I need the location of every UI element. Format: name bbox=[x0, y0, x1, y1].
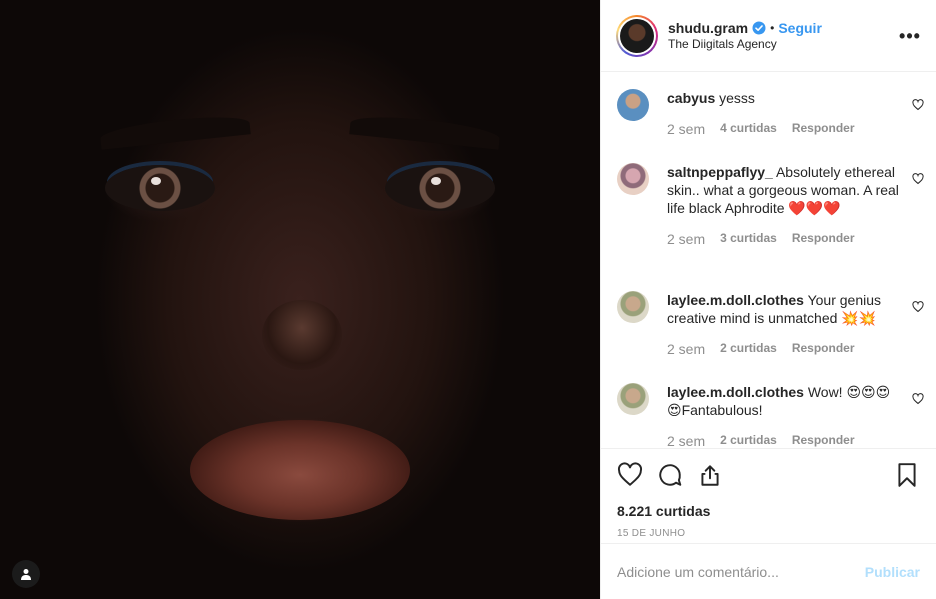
comment-avatar[interactable] bbox=[617, 163, 649, 195]
comment-item: saltnpeppaflyy_ Absolutely ethereal skin… bbox=[617, 163, 924, 247]
post-date[interactable]: 15 DE JUNHO bbox=[617, 528, 920, 539]
photo-detail bbox=[262, 300, 342, 370]
post-location[interactable]: The Diigitals Agency bbox=[668, 36, 822, 52]
heart-icon[interactable] bbox=[617, 462, 643, 488]
comment-time[interactable]: 2 sem bbox=[667, 121, 705, 137]
comment-avatar[interactable] bbox=[617, 291, 649, 323]
comment-likes[interactable]: 2 curtidas bbox=[720, 433, 777, 447]
comment-likes[interactable]: 3 curtidas bbox=[720, 231, 777, 247]
comment-time[interactable]: 2 sem bbox=[667, 231, 705, 247]
comment-username[interactable]: laylee.m.doll.clothes bbox=[667, 292, 804, 308]
profile-username[interactable]: shudu.gram bbox=[668, 20, 748, 36]
photo-detail bbox=[190, 420, 410, 520]
like-heart-small-icon[interactable] bbox=[912, 301, 924, 313]
comment-likes[interactable]: 4 curtidas bbox=[720, 121, 777, 137]
likes-count[interactable]: 8.221 curtidas bbox=[617, 503, 920, 519]
more-options-icon[interactable]: ••• bbox=[899, 26, 920, 46]
like-heart-small-icon[interactable] bbox=[912, 173, 924, 185]
reply-button[interactable]: Responder bbox=[792, 121, 855, 137]
comment-item: cabyus yesss 2 sem 4 curtidas Responder bbox=[617, 89, 924, 137]
user-tag-icon[interactable] bbox=[12, 560, 40, 588]
add-comment-bar: Publicar bbox=[601, 543, 936, 599]
comment-input[interactable] bbox=[617, 563, 865, 580]
verified-badge-icon bbox=[752, 21, 766, 35]
post-photo[interactable] bbox=[0, 0, 600, 599]
share-icon[interactable] bbox=[697, 462, 723, 488]
post-side-panel: shudu.gram • Seguir The Diigitals Agency… bbox=[600, 0, 936, 599]
post-actions: 8.221 curtidas 15 DE JUNHO bbox=[601, 448, 936, 539]
comment-time[interactable]: 2 sem bbox=[667, 341, 705, 357]
comment-text: yesss bbox=[719, 90, 755, 106]
follow-button[interactable]: Seguir bbox=[778, 20, 822, 36]
post-header: shudu.gram • Seguir The Diigitals Agency… bbox=[601, 0, 936, 72]
like-heart-small-icon[interactable] bbox=[912, 99, 924, 111]
bookmark-icon[interactable] bbox=[894, 462, 920, 488]
comment-time[interactable]: 2 sem bbox=[667, 433, 705, 447]
reply-button[interactable]: Responder bbox=[792, 433, 855, 447]
like-heart-small-icon[interactable] bbox=[912, 393, 924, 405]
reply-button[interactable]: Responder bbox=[792, 231, 855, 247]
comment-avatar[interactable] bbox=[617, 89, 649, 121]
comment-icon[interactable] bbox=[657, 462, 683, 488]
comment-username[interactable]: saltnpeppaflyy_ bbox=[667, 164, 773, 180]
separator-dot: • bbox=[770, 20, 775, 35]
comment-item: laylee.m.doll.clothes Wow! 😍😍😍😍Fantabulo… bbox=[617, 383, 924, 447]
profile-avatar[interactable] bbox=[616, 14, 658, 57]
photo-detail bbox=[105, 165, 215, 211]
comment-username[interactable]: laylee.m.doll.clothes bbox=[667, 384, 804, 400]
comment-avatar[interactable] bbox=[617, 383, 649, 415]
comment-likes[interactable]: 2 curtidas bbox=[720, 341, 777, 357]
comment-username[interactable]: cabyus bbox=[667, 90, 715, 106]
publish-button[interactable]: Publicar bbox=[865, 564, 920, 580]
reply-button[interactable]: Responder bbox=[792, 341, 855, 357]
comments-list[interactable]: cabyus yesss 2 sem 4 curtidas Responder … bbox=[601, 73, 936, 447]
comment-item: laylee.m.doll.clothes Your genius creati… bbox=[617, 291, 924, 357]
photo-detail bbox=[349, 112, 501, 150]
photo-detail bbox=[385, 165, 495, 211]
photo-detail bbox=[99, 112, 251, 150]
